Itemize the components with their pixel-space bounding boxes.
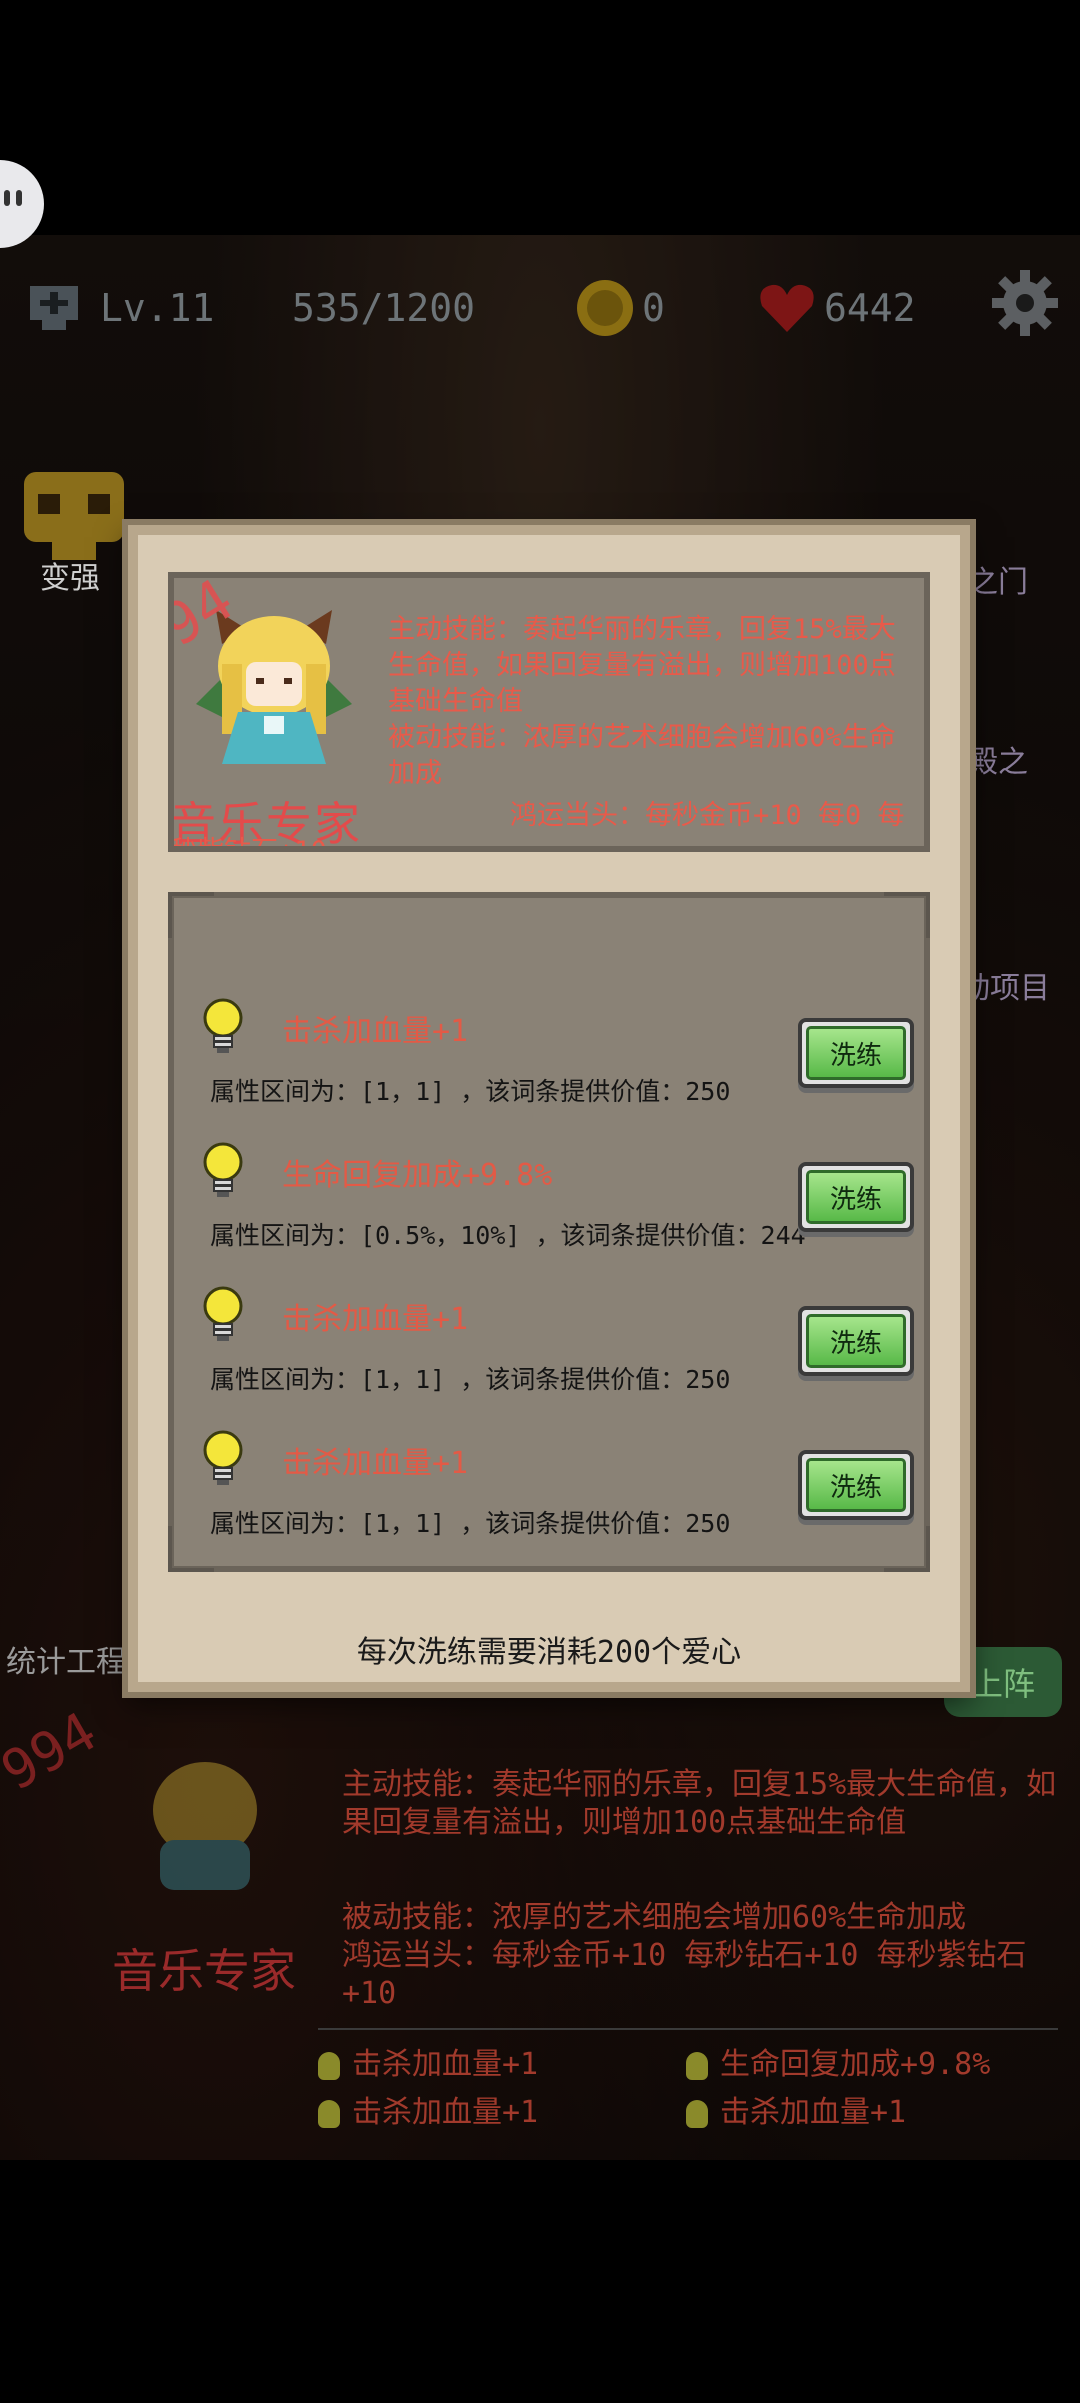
reforge-button-label: 洗练	[806, 1458, 906, 1512]
heart-icon	[760, 284, 814, 332]
hearts-text: 6442	[824, 286, 916, 330]
bg-active-skill: 主动技能：奏起华丽的乐章，回复15%最大生命值，如果回复量有溢出，则增加100点…	[342, 1767, 1057, 1840]
hud-coins: 0	[574, 265, 665, 351]
bg-divider	[318, 2028, 1058, 2030]
affix-name: 击杀加血量+1	[282, 1446, 469, 1481]
affix-name: 生命回复加成+9.8%	[282, 1158, 553, 1193]
settings-gear-icon[interactable]	[990, 268, 1060, 338]
coins-text: 0	[642, 286, 665, 330]
bg-affix-1: 击杀加血量+1	[318, 2046, 538, 2084]
affix-desc: 属性区间为：[1，1] ，该词条提供价值：250	[210, 1077, 731, 1106]
bg-affix-3-text: 击杀加血量+1	[352, 2095, 539, 2130]
bg-lucky-skill: 鸿运当头：每秒金币+10 每秒钻石+10 每秒紫钻石+10	[342, 1938, 1027, 2011]
bg-hero-name: 音乐专家	[112, 1944, 296, 1998]
bulb-icon	[203, 1430, 243, 1485]
reforge-button-label: 洗练	[806, 1026, 906, 1080]
bulb-icon	[686, 2099, 708, 2128]
affix-name: 击杀加血量+1	[282, 1014, 469, 1049]
bulb-icon	[318, 2051, 340, 2080]
bg-affix-3: 击杀加血量+1	[318, 2094, 538, 2132]
coin-icon	[577, 280, 633, 336]
bg-affix-4: 击杀加血量+1	[686, 2094, 906, 2132]
reforge-button[interactable]: 洗练	[798, 1018, 914, 1088]
affix-desc: 属性区间为：[1，1] ，该词条提供价值：250	[210, 1365, 731, 1394]
hud-hearts: 6442	[758, 265, 916, 351]
bg-affix-1-text: 击杀加血量+1	[352, 2047, 539, 2082]
reforge-button[interactable]: 洗练	[798, 1306, 914, 1376]
assistant-eye-icon	[16, 190, 22, 206]
bg-hero-sprite	[153, 1762, 257, 1890]
side-label-project[interactable]: 动项目	[960, 963, 1050, 1007]
exp-text: 535/1200	[292, 286, 476, 330]
side-label-stats[interactable]: 统计工程	[6, 1637, 126, 1681]
side-label-door[interactable]: 之门	[968, 557, 1028, 601]
reforge-cost-note: 每次洗练需要消耗200个爱心	[356, 1635, 742, 1670]
hero-info-panel: 994 音乐专家 主动技能：奏起华丽的乐章，回复15%最大生命值，如果回复量有溢…	[168, 572, 930, 852]
side-label-temple[interactable]: 殿之	[968, 737, 1028, 781]
bulb-icon	[318, 2099, 340, 2128]
bg-affix-4-text: 击杀加血量+1	[720, 2095, 907, 2130]
rank-icon	[30, 286, 78, 330]
passive-skill-text: 被动技能：浓厚的艺术细胞会增加60%生命加成	[388, 722, 896, 789]
assistant-eye-icon	[4, 190, 10, 206]
affix-list-panel: 击杀加血量+1 属性区间为：[1，1] ，该词条提供价值：250 洗练 生命回复…	[168, 892, 930, 1572]
affix-desc: 属性区间为：[1，1] ，该词条提供价值：250	[210, 1509, 731, 1538]
skull-icon[interactable]	[16, 468, 132, 564]
affix-row: 生命回复加成+9.8% 属性区间为：[0.5%，10%] ，该词条提供价值：24…	[198, 1142, 918, 1272]
reforge-button[interactable]: 洗练	[798, 1450, 914, 1520]
hud-exp: 535/1200	[292, 265, 475, 351]
reforge-button-label: 洗练	[806, 1314, 906, 1368]
affix-name: 击杀加血量+1	[282, 1302, 469, 1337]
reforge-button-label: 洗练	[806, 1170, 906, 1224]
bulb-icon	[203, 1142, 243, 1197]
reforge-button[interactable]: 洗练	[798, 1162, 914, 1232]
panel-corner	[168, 892, 214, 938]
reforge-dialog: 994 音乐专家 主动技能：奏起华丽的乐章，回复15%最大生命值，如果回复量有溢…	[128, 525, 970, 1692]
bulb-icon	[686, 2051, 708, 2080]
affix-row: 击杀加血量+1 属性区间为：[1，1] ，该词条提供价值：250 洗练	[198, 998, 918, 1128]
side-label-strengthen[interactable]: 变强	[40, 553, 100, 597]
affix-row: 击杀加血量+1 属性区间为：[1，1] ，该词条提供价值：250 洗练	[198, 1430, 918, 1560]
active-skill-text: 主动技能：奏起华丽的乐章，回复15%最大生命值，如果回复量有溢出，则增加100点…	[388, 614, 896, 717]
bg-affix-2: 生命回复加成+9.8%	[686, 2046, 990, 2084]
affix-desc: 属性区间为：[0.5%，10%] ，该词条提供价值：244	[210, 1221, 806, 1250]
bulb-icon	[203, 998, 243, 1053]
level-text: Lv.11	[100, 286, 215, 330]
deploy-button-label: 上阵	[970, 1666, 1035, 1702]
affix-row: 击杀加血量+1 属性区间为：[1，1] ，该词条提供价值：250 洗练	[198, 1286, 918, 1416]
bulb-icon	[203, 1286, 243, 1341]
panel-corner	[884, 892, 930, 938]
hud-level: Lv.11	[26, 265, 214, 351]
bg-passive-skill: 被动技能：浓厚的艺术细胞会增加60%生命加成	[342, 1900, 967, 1935]
bg-affix-2-text: 生命回复加成+9.8%	[720, 2047, 991, 2082]
lucky-skill-text: 鸿运当头：每秒金币+10 每0 每秒紫钻石+10	[170, 800, 905, 852]
